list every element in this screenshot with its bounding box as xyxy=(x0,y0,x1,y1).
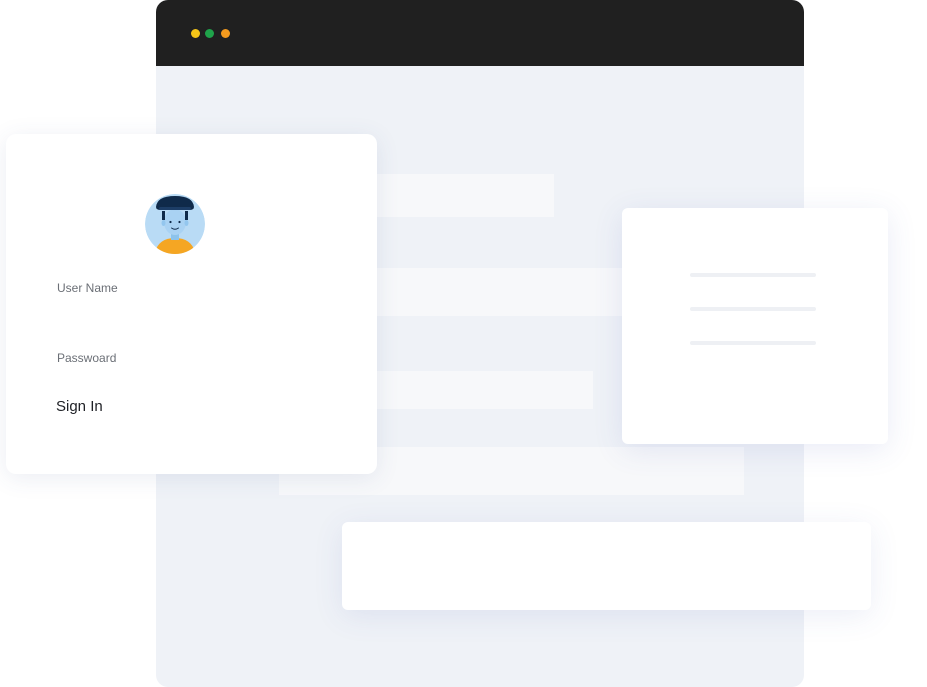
content-placeholder-bar xyxy=(377,371,593,409)
text-placeholder-line xyxy=(690,307,816,311)
login-card: User Name Passwoard Sign In xyxy=(6,134,377,474)
text-placeholder-line xyxy=(690,273,816,277)
username-label: User Name xyxy=(57,281,118,295)
password-label: Passwoard xyxy=(57,351,117,365)
content-placeholder-bar xyxy=(377,174,554,217)
info-card xyxy=(622,208,888,444)
sign-in-button[interactable]: Sign In xyxy=(56,398,103,415)
text-placeholder-line xyxy=(690,341,816,345)
bottom-card xyxy=(342,522,871,610)
window-dot-yellow[interactable] xyxy=(191,29,200,38)
content-placeholder-bar xyxy=(377,268,637,316)
window-dot-green[interactable] xyxy=(205,29,214,38)
illustration-stage: User Name Passwoard Sign In xyxy=(0,0,927,687)
user-avatar-icon xyxy=(145,194,205,254)
window-dot-orange[interactable] xyxy=(221,29,230,38)
browser-titlebar xyxy=(156,0,804,66)
